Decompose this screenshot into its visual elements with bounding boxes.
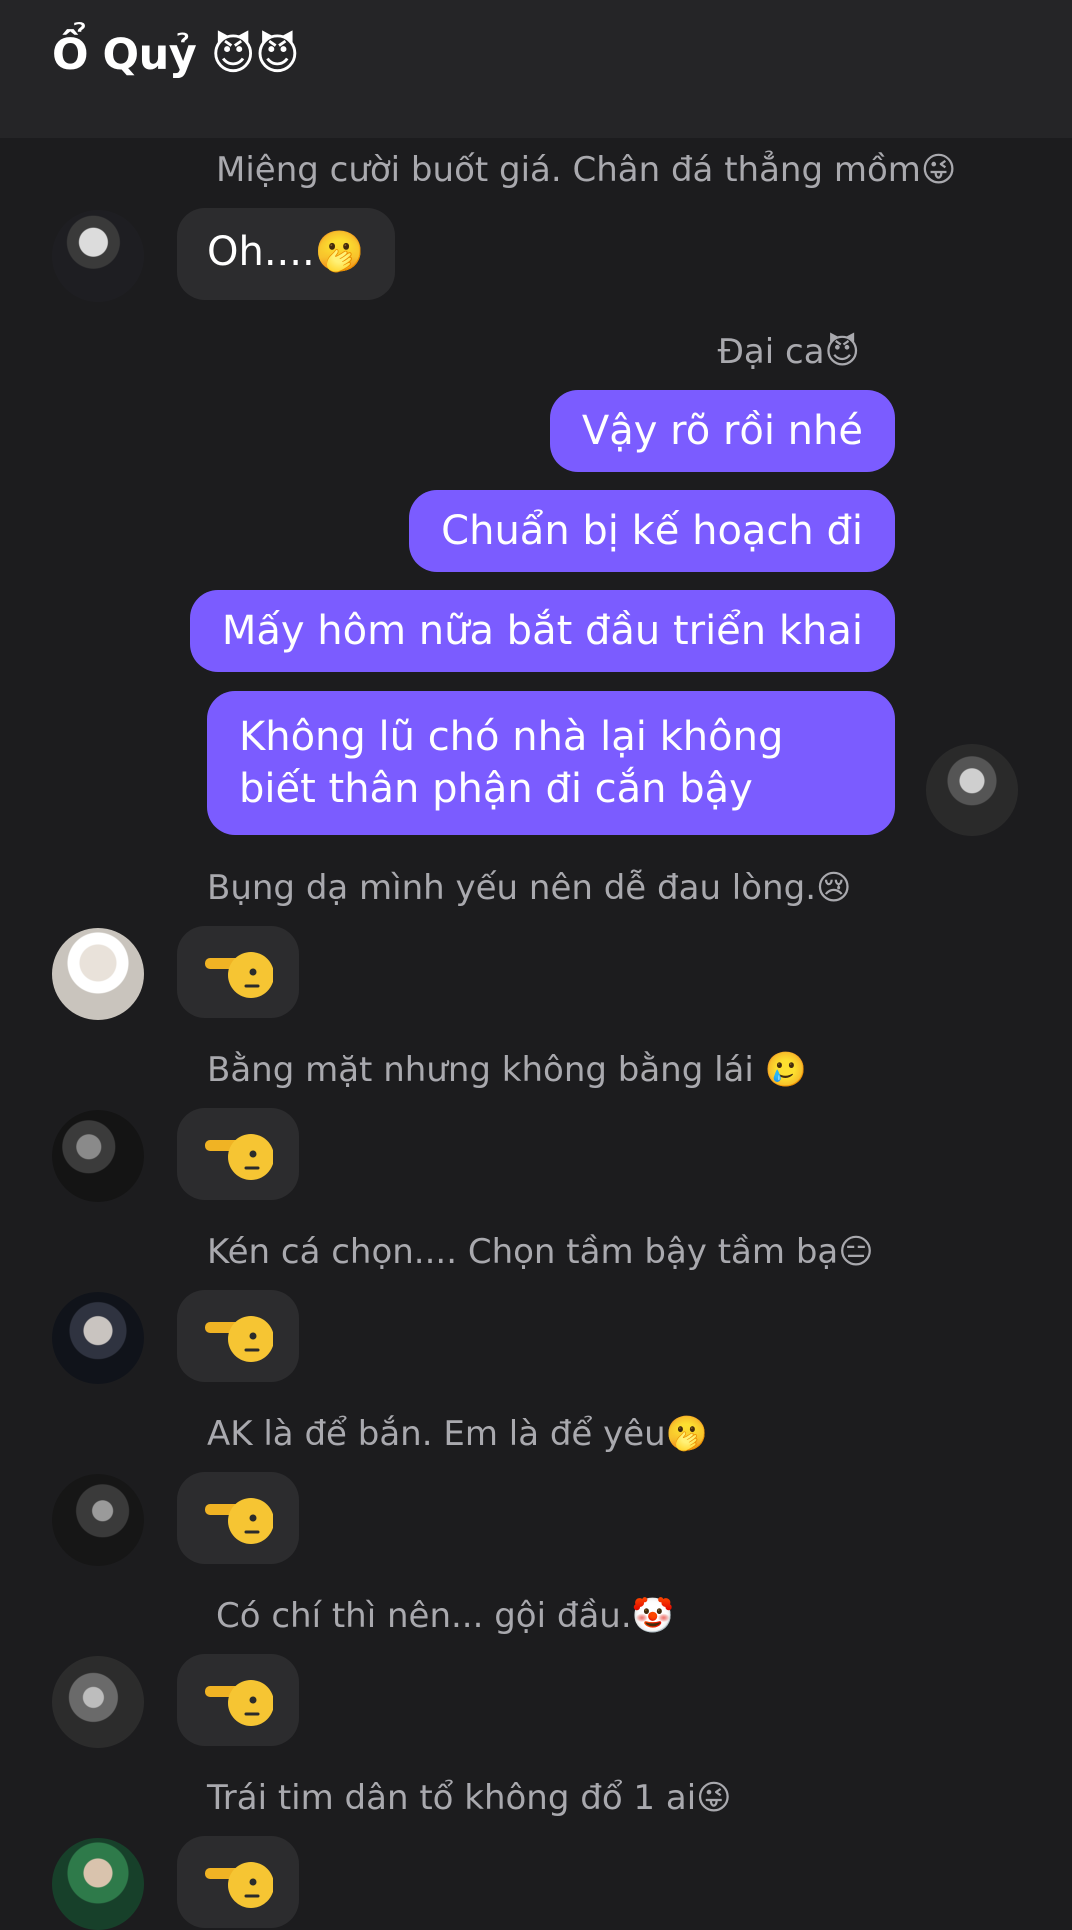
devil-emoji: 😈😈	[210, 30, 300, 80]
sticker-message[interactable]	[177, 1290, 299, 1382]
chat-title[interactable]: Ổ Quỷ 😈😈	[52, 30, 300, 80]
outgoing-message-bubble[interactable]: Không lũ chó nhà lại không biết thân phậ…	[207, 691, 895, 835]
user-avatar[interactable]	[52, 1656, 144, 1748]
sender-name[interactable]: Bụng dạ mình yếu nên dễ đau lòng.😢	[207, 868, 851, 908]
saluting-hand-icon	[205, 1862, 273, 1908]
sender-name-text: AK là để bắn. Em là để yêu	[207, 1414, 666, 1454]
user-avatar[interactable]	[52, 1838, 144, 1930]
sender-name-text: Miệng cười buốt giá. Chân đá thẳng mồm	[216, 150, 921, 190]
sender-emoji: 😑	[838, 1232, 874, 1272]
saluting-hand-icon	[205, 952, 273, 998]
saluting-hand-icon	[205, 1498, 273, 1544]
sender-name-text: Bằng mặt nhưng không bằng lái	[207, 1050, 765, 1090]
outgoing-message-bubble[interactable]: Vậy rõ rồi nhé	[549, 390, 895, 472]
sender-name-text: Có chí thì nên... gội đầu.	[216, 1596, 632, 1636]
sender-name[interactable]: Kén cá chọn.... Chọn tầm bậy tầm bạ😑	[207, 1232, 874, 1272]
outgoing-message-bubble[interactable]: Chuẩn bị kế hoạch đi	[409, 490, 895, 572]
message-text: Oh....	[207, 229, 315, 275]
sender-emoji: 😢	[816, 868, 852, 908]
message-text: Không lũ chó nhà lại không biết thân phậ…	[239, 714, 784, 812]
sender-emoji: 🤡	[631, 1596, 674, 1636]
own-avatar[interactable]	[926, 744, 1018, 836]
saluting-hand-icon	[205, 1316, 273, 1362]
outgoing-message-bubble[interactable]: Mấy hôm nữa bắt đầu triển khai	[189, 590, 895, 672]
sender-name[interactable]: Đại ca😈	[718, 332, 860, 372]
user-avatar[interactable]	[52, 928, 144, 1020]
sticker-message[interactable]	[177, 1108, 299, 1200]
saluting-hand-icon	[205, 1680, 273, 1726]
sticker-message[interactable]	[177, 1472, 299, 1564]
sender-emoji: 😜	[696, 1778, 732, 1818]
sender-name[interactable]: Có chí thì nên... gội đầu.🤡	[216, 1596, 674, 1636]
message-bubble[interactable]: Oh....🫢	[177, 208, 395, 300]
sender-name-text: Kén cá chọn.... Chọn tầm bậy tầm bạ	[207, 1232, 839, 1272]
sender-name[interactable]: AK là để bắn. Em là để yêu🫢	[207, 1414, 708, 1454]
sender-name-text: Bụng dạ mình yếu nên dễ đau lòng.	[207, 868, 816, 908]
sender-name[interactable]: Miệng cười buốt giá. Chân đá thẳng mồm😜	[216, 150, 956, 190]
sender-emoji: 🫢	[665, 1414, 709, 1454]
saluting-hand-icon	[205, 1134, 273, 1180]
sender-emoji: 😈	[824, 332, 860, 372]
user-avatar[interactable]	[52, 1474, 144, 1566]
user-avatar[interactable]	[52, 1292, 144, 1384]
user-avatar[interactable]	[52, 210, 144, 302]
sender-emoji: 😜	[920, 150, 957, 190]
chat-header: Ổ Quỷ 😈😈	[0, 0, 1072, 138]
sticker-message[interactable]	[177, 1654, 299, 1746]
sender-emoji: 🥲	[764, 1050, 807, 1090]
message-text: Chuẩn bị kế hoạch đi	[441, 508, 863, 554]
chat-title-text: Ổ Quỷ	[52, 30, 197, 80]
sticker-message[interactable]	[177, 1836, 299, 1928]
message-text: Mấy hôm nữa bắt đầu triển khai	[221, 608, 863, 654]
message-text: Vậy rõ rồi nhé	[581, 408, 863, 454]
sender-name-text: Trái tim dân tổ không đổ 1 ai	[207, 1778, 697, 1818]
message-thread[interactable]: Miệng cười buốt giá. Chân đá thẳng mồm😜 …	[0, 138, 1072, 1930]
user-avatar[interactable]	[52, 1110, 144, 1202]
message-emoji: 🫢	[314, 229, 365, 275]
sender-name[interactable]: Trái tim dân tổ không đổ 1 ai😜	[207, 1778, 732, 1818]
sender-name-text: Đại ca	[717, 332, 825, 372]
sticker-message[interactable]	[177, 926, 299, 1018]
sender-name[interactable]: Bằng mặt nhưng không bằng lái 🥲	[207, 1050, 807, 1090]
